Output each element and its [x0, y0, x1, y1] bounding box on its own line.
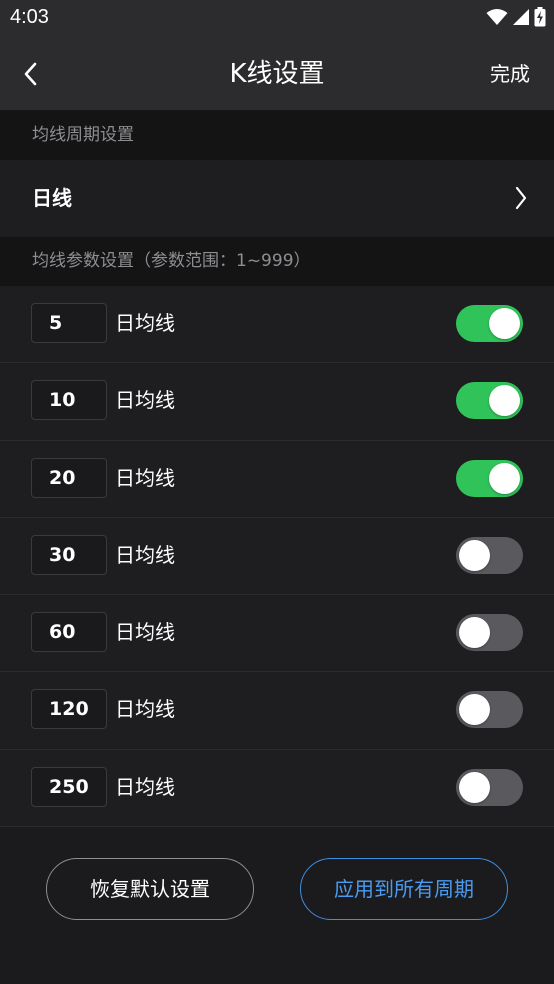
- ma-row: 日均线: [0, 286, 554, 364]
- ma-period-input[interactable]: [31, 380, 107, 421]
- toggle-knob: [459, 617, 490, 649]
- toggle-knob: [459, 694, 490, 726]
- ma-label: 日均线: [115, 542, 175, 567]
- ma-toggle[interactable]: [456, 305, 523, 342]
- toggle-knob: [459, 539, 490, 571]
- toggle-knob: [489, 462, 520, 494]
- reset-defaults-button[interactable]: 恢复默认设置: [46, 858, 254, 920]
- ma-label: 日均线: [115, 774, 175, 799]
- period-selector-row[interactable]: 日线: [0, 160, 554, 237]
- battery-charging-icon: [534, 7, 546, 27]
- ma-period-input[interactable]: [31, 534, 107, 575]
- ma-row: 日均线: [0, 440, 554, 518]
- status-bar: 4:03: [0, 0, 554, 38]
- signal-icon: [513, 9, 529, 25]
- chevron-right-icon: [515, 186, 527, 210]
- done-button[interactable]: 完成: [490, 61, 530, 87]
- nav-bar: K线设置 完成: [0, 38, 554, 110]
- ma-toggle[interactable]: [456, 614, 523, 652]
- bottom-actions: 恢复默认设置 应用到所有周期: [0, 828, 554, 984]
- ma-row: 日均线: [0, 749, 554, 828]
- ma-row: 日均线: [0, 672, 554, 750]
- ma-period-input[interactable]: [31, 457, 107, 498]
- ma-label: 日均线: [115, 697, 175, 722]
- toggle-knob: [489, 385, 520, 417]
- ma-settings-list: 日均线 日均线 日均线 日均线 日均线 日均线 日均线: [0, 286, 554, 828]
- toggle-knob: [459, 771, 490, 803]
- wifi-icon: [486, 9, 508, 25]
- ma-toggle[interactable]: [456, 536, 523, 574]
- section-header-period: 均线周期设置: [0, 110, 554, 160]
- ma-row: 日均线: [0, 517, 554, 596]
- period-value: 日线: [32, 186, 72, 210]
- ma-period-input[interactable]: [31, 766, 107, 807]
- ma-label: 日均线: [115, 465, 175, 490]
- ma-toggle[interactable]: [456, 382, 523, 420]
- ma-toggle[interactable]: [456, 768, 523, 806]
- ma-toggle[interactable]: [456, 691, 523, 729]
- ma-period-input[interactable]: [31, 303, 107, 343]
- page-title: K线设置: [229, 59, 325, 89]
- ma-row: 日均线: [0, 363, 554, 441]
- status-icons: [482, 7, 546, 27]
- apply-all-periods-button[interactable]: 应用到所有周期: [300, 858, 508, 920]
- section-header-params: 均线参数设置（参数范围：1~999）: [0, 237, 554, 286]
- toggle-knob: [489, 308, 520, 339]
- ma-row: 日均线: [0, 595, 554, 673]
- ma-label: 日均线: [115, 388, 175, 413]
- ma-period-input[interactable]: [31, 689, 107, 730]
- status-time: 4:03: [10, 6, 49, 28]
- ma-label: 日均线: [115, 311, 175, 335]
- ma-label: 日均线: [115, 620, 175, 645]
- ma-toggle[interactable]: [456, 459, 523, 497]
- ma-period-input[interactable]: [31, 612, 107, 653]
